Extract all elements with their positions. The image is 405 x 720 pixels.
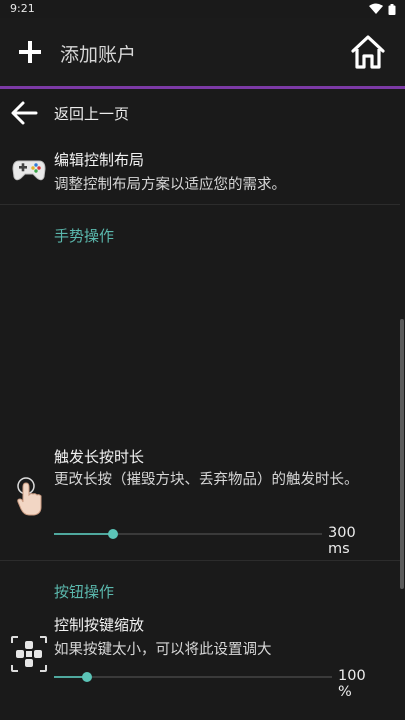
long-press-description: 更改长按（摧毁方块、丢弃物品）的触发时长。 <box>54 472 359 488</box>
slider-thumb[interactable] <box>108 529 118 539</box>
dpad-icon <box>11 636 47 672</box>
long-press-title: 触发长按时长 <box>54 448 145 466</box>
button-scale-title: 控制按键缩放 <box>54 616 145 634</box>
back-label: 返回上一页 <box>54 105 130 123</box>
app-bar: 添加账户 <box>0 18 405 86</box>
slider-fill <box>54 533 113 535</box>
wifi-icon <box>369 3 383 14</box>
battery-icon <box>388 4 396 15</box>
app-bar-title: 添加账户 <box>60 44 137 66</box>
settings-content: 返回上一页 编辑控制布局 调整控制布局方案以适应您的需求。 手势操作 触发长按时… <box>0 89 405 720</box>
home-icon[interactable] <box>348 32 388 72</box>
slider-track <box>54 676 332 678</box>
section-header-buttons: 按钮操作 <box>54 583 115 601</box>
button-scale-slider[interactable]: 100 % <box>54 667 384 700</box>
long-press-value: 300 ms <box>328 525 356 557</box>
gamepad-icon <box>12 160 46 181</box>
divider <box>0 204 400 205</box>
button-scale-value: 100 % <box>338 668 366 700</box>
long-press-slider[interactable]: 300 ms <box>54 524 379 557</box>
plus-icon[interactable] <box>14 36 46 68</box>
edit-control-layout-item[interactable]: 编辑控制布局 调整控制布局方案以适应您的需求。 <box>0 143 390 203</box>
touch-hand-icon <box>17 477 42 516</box>
scrollbar[interactable] <box>400 319 404 589</box>
arrow-left-icon <box>11 101 38 125</box>
status-bar: 9:21 <box>0 0 405 18</box>
back-button[interactable]: 返回上一页 <box>0 89 390 139</box>
section-header-gesture: 手势操作 <box>54 227 115 245</box>
edit-layout-description: 调整控制布局方案以适应您的需求。 <box>54 177 286 193</box>
button-scale-description: 如果按键太小，可以将此设置调大 <box>54 642 272 658</box>
slider-thumb[interactable] <box>82 672 92 682</box>
divider <box>0 560 400 561</box>
edit-layout-title: 编辑控制布局 <box>54 151 145 169</box>
status-time: 9:21 <box>10 2 35 15</box>
